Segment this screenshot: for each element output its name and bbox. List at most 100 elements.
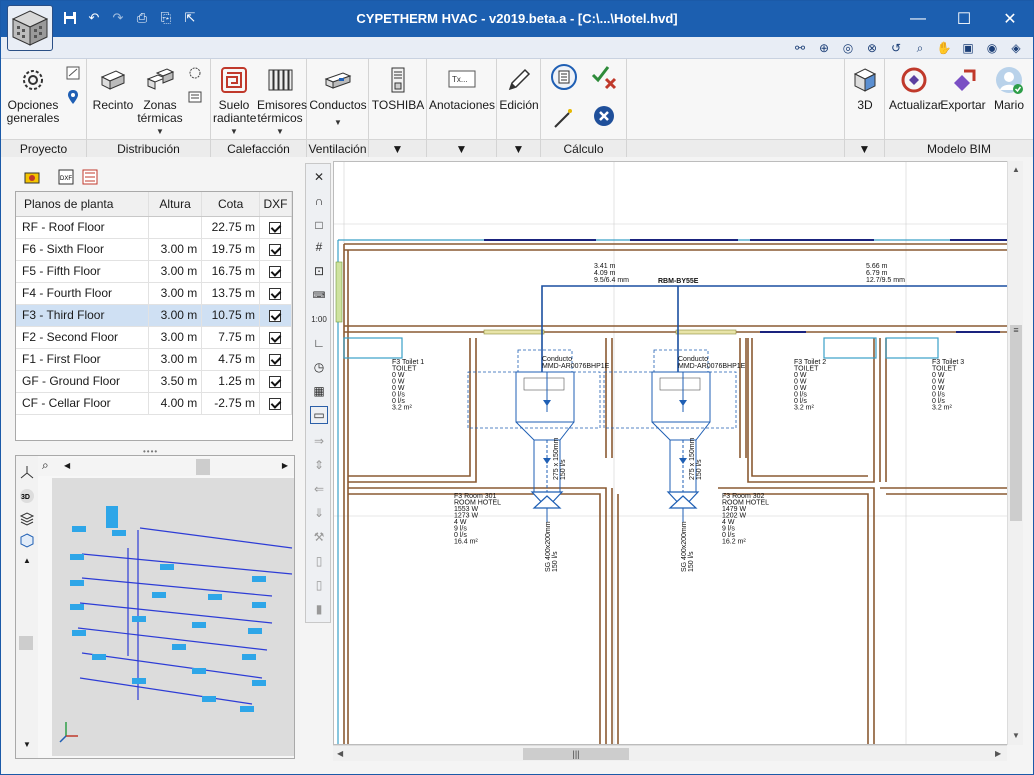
- 3d-dropdown[interactable]: ▼: [845, 139, 884, 157]
- zoom-slider-thumb[interactable]: [196, 459, 210, 475]
- conductos-button[interactable]: Conductos ▼: [309, 63, 367, 129]
- zoom-all-icon[interactable]: ◎: [839, 39, 857, 57]
- zoom-previous-icon[interactable]: ↺: [887, 39, 905, 57]
- axes-icon[interactable]: [19, 464, 35, 480]
- vertical-scroll-thumb[interactable]: ≡: [1010, 325, 1022, 521]
- arrow-right-icon[interactable]: ⇒: [310, 432, 328, 450]
- toshiba-button[interactable]: TOSHIBA: [371, 63, 425, 112]
- app-logo[interactable]: [7, 5, 53, 51]
- anotaciones-dropdown[interactable]: ▼: [427, 139, 496, 157]
- table-row[interactable]: F2 - Second Floor 3.00 m 7.75 m: [16, 326, 293, 349]
- cancel-calc-icon[interactable]: [589, 105, 619, 130]
- layers-icon[interactable]: ◈: [1007, 39, 1025, 57]
- arrow-down-icon[interactable]: ⇓: [310, 504, 328, 522]
- tools-icon[interactable]: ✕: [310, 168, 328, 186]
- square-icon[interactable]: □: [310, 216, 328, 234]
- redraw-icon[interactable]: ▣: [959, 39, 977, 57]
- zoom-half-icon[interactable]: ⊗: [863, 39, 881, 57]
- zonas-termicas-button[interactable]: Zonas térmicas ▼: [137, 63, 183, 138]
- vertical-slider-thumb[interactable]: [19, 636, 33, 650]
- arrow-left-icon[interactable]: ⇐: [310, 480, 328, 498]
- snap-icon[interactable]: ⊡: [310, 262, 328, 280]
- slider-right-arrow[interactable]: ▶: [282, 461, 288, 470]
- pipe-b-icon[interactable]: ▯: [310, 576, 328, 594]
- scroll-up-arrow[interactable]: ▲: [19, 556, 35, 572]
- zoom-icon[interactable]: ⌕: [42, 458, 49, 473]
- notes-icon[interactable]: [63, 65, 83, 84]
- vertical-scrollbar[interactable]: ▲ ≡ ▼: [1007, 161, 1023, 745]
- dxf-checkbox[interactable]: [269, 309, 282, 322]
- table-row[interactable]: CF - Cellar Floor 4.00 m -2.75 m: [16, 392, 293, 415]
- wrench-icon[interactable]: ⚒: [310, 528, 328, 546]
- col-header-dxf[interactable]: DXF: [259, 192, 293, 217]
- zone-edit-icon[interactable]: [185, 65, 205, 84]
- slider-left-arrow[interactable]: ◀: [64, 461, 70, 470]
- magic-wand-icon[interactable]: [547, 105, 581, 134]
- maximize-button[interactable]: ☐: [941, 1, 987, 37]
- scroll-down-arrow[interactable]: ▼: [19, 740, 35, 756]
- suelo-radiante-button[interactable]: Suelo radiante ▼: [213, 63, 256, 138]
- col-header-cota[interactable]: Cota: [201, 192, 260, 217]
- edit-floors-icon[interactable]: [23, 168, 41, 186]
- table-row[interactable]: F3 - Third Floor 3.00 m 10.75 m: [16, 304, 293, 327]
- actualizar-button[interactable]: Actualizar: [889, 63, 942, 112]
- zone-list-icon[interactable]: [185, 89, 205, 108]
- dxf-checkbox[interactable]: [269, 287, 282, 300]
- grid-icon[interactable]: #: [310, 238, 328, 256]
- scale-icon[interactable]: 1:00: [310, 310, 328, 328]
- dxf-checkbox[interactable]: [269, 375, 282, 388]
- keyboard-icon[interactable]: ⌨: [310, 286, 328, 304]
- calculate-icon[interactable]: [547, 63, 581, 94]
- cube-icon[interactable]: [19, 532, 35, 548]
- arrow-vertical-icon[interactable]: ⇕: [310, 456, 328, 474]
- pipe-c-icon[interactable]: ▮: [310, 600, 328, 618]
- emisores-termicos-button[interactable]: Emisores térmicos ▼: [257, 63, 307, 138]
- table-row[interactable]: F5 - Fifth Floor 3.00 m 16.75 m: [16, 260, 293, 283]
- dxf-checkbox[interactable]: [269, 331, 282, 344]
- binoculars-icon[interactable]: ⚯: [791, 39, 809, 57]
- dxf-icon[interactable]: DXF: [57, 168, 75, 186]
- hatch-icon[interactable]: ▦: [310, 382, 328, 400]
- dxf-manage-icon[interactable]: [81, 168, 99, 186]
- globe-icon[interactable]: ◉: [983, 39, 1001, 57]
- dxf-checkbox[interactable]: [269, 243, 282, 256]
- zoom-in-icon[interactable]: ⌕: [911, 39, 929, 57]
- table-row[interactable]: F6 - Sixth Floor 3.00 m 19.75 m: [16, 238, 293, 261]
- scroll-up-arrow[interactable]: ▲: [1012, 165, 1020, 174]
- table-row[interactable]: RF - Roof Floor 22.75 m: [16, 216, 293, 239]
- pan-hand-icon[interactable]: ✋: [935, 39, 953, 57]
- angle-icon[interactable]: ∟: [310, 334, 328, 352]
- magnet-icon[interactable]: ∩: [310, 192, 328, 210]
- table-row[interactable]: F4 - Fourth Floor 3.00 m 13.75 m: [16, 282, 293, 305]
- dxf-checkbox[interactable]: [269, 397, 282, 410]
- toshiba-dropdown[interactable]: ▼: [369, 139, 426, 157]
- minimize-button[interactable]: —: [895, 1, 941, 37]
- edicion-button[interactable]: Edición: [499, 63, 539, 112]
- horizontal-scrollbar[interactable]: ◀ ||| ▶: [333, 745, 1007, 761]
- clock-icon[interactable]: ◷: [310, 358, 328, 376]
- scroll-down-arrow[interactable]: ▼: [1012, 731, 1020, 740]
- drawing-canvas[interactable]: 3.41 m 4.09 m 9.5/6.4 mm 5.66 m 6.79 m 12.7/9…: [333, 161, 1023, 745]
- check-errors-icon[interactable]: [587, 63, 621, 94]
- opciones-generales-button[interactable]: Opciones generales: [5, 63, 61, 125]
- col-header-altura[interactable]: Altura: [148, 192, 203, 217]
- dxf-checkbox[interactable]: [269, 265, 282, 278]
- dxf-checkbox[interactable]: [269, 221, 282, 234]
- edicion-dropdown[interactable]: ▼: [497, 139, 540, 157]
- recinto-button[interactable]: Recinto: [91, 63, 135, 112]
- user-mario-button[interactable]: Mario: [989, 63, 1029, 112]
- scroll-right-arrow[interactable]: ▶: [995, 749, 1001, 758]
- 3d-canvas[interactable]: [52, 478, 294, 756]
- table-row[interactable]: GF - Ground Floor 3.50 m 1.25 m: [16, 370, 293, 393]
- anotaciones-button[interactable]: Tx... Anotaciones: [429, 63, 495, 112]
- comment-icon[interactable]: ▭: [310, 406, 328, 424]
- exportar-button[interactable]: Exportar: [939, 63, 987, 112]
- location-pin-icon[interactable]: [63, 89, 83, 108]
- table-row[interactable]: F1 - First Floor 3.00 m 4.75 m: [16, 348, 293, 371]
- horizontal-scroll-thumb[interactable]: |||: [523, 748, 629, 760]
- 3d-button[interactable]: 3D: [847, 63, 883, 112]
- dxf-checkbox[interactable]: [269, 353, 282, 366]
- pipe-a-icon[interactable]: ▯: [310, 552, 328, 570]
- layers-stack-icon[interactable]: [19, 510, 35, 526]
- zoom-window-icon[interactable]: ⊕: [815, 39, 833, 57]
